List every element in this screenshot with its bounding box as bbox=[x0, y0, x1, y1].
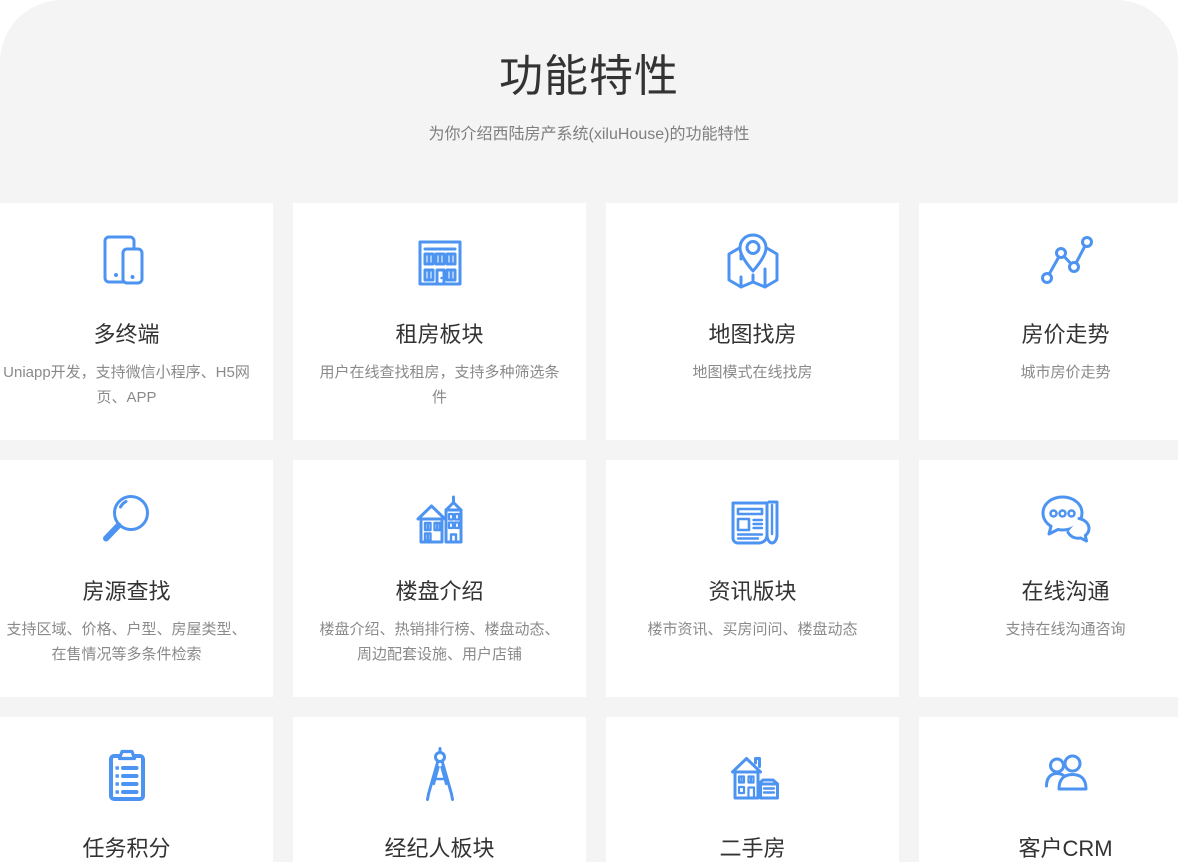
feature-desc: 支持在线沟通咨询 bbox=[919, 617, 1178, 642]
feature-title: 楼盘介绍 bbox=[293, 580, 586, 604]
feature-desc: Uniapp开发，支持微信小程序、H5网页、APP bbox=[0, 360, 273, 410]
feature-title: 任务积分 bbox=[0, 837, 273, 861]
feature-card-price-trend: 房价走势 城市房价走势 bbox=[919, 203, 1178, 440]
trend-chart-icon bbox=[919, 231, 1178, 295]
feature-card-listing-search: 房源查找 支持区域、价格、户型、房屋类型、在售情况等多条件检索 bbox=[0, 460, 273, 697]
search-icon bbox=[0, 488, 273, 552]
feature-title: 在线沟通 bbox=[919, 580, 1178, 604]
feature-title: 多终端 bbox=[0, 323, 273, 347]
people-icon bbox=[919, 745, 1178, 809]
feature-desc: 城市房价走势 bbox=[919, 360, 1178, 385]
feature-card-task-points: 任务积分 bbox=[0, 717, 273, 862]
feature-card-multi-terminal: 多终端 Uniapp开发，支持微信小程序、H5网页、APP bbox=[0, 203, 273, 440]
section-header: 功能特性 为你介绍西陆房产系统(xiluHouse)的功能特性 bbox=[0, 0, 1178, 203]
feature-title: 客户CRM bbox=[919, 837, 1178, 861]
feature-desc: 用户在线查找租房，支持多种筛选条件 bbox=[293, 360, 586, 410]
feature-title: 地图找房 bbox=[606, 323, 899, 347]
map-pin-icon bbox=[606, 231, 899, 295]
feature-title: 经纪人板块 bbox=[293, 837, 586, 861]
feature-card-secondhand-house: 二手房 bbox=[606, 717, 899, 862]
feature-desc: 楼市资讯、买房问问、楼盘动态 bbox=[606, 617, 899, 642]
features-section: 功能特性 为你介绍西陆房产系统(xiluHouse)的功能特性 多终端 Unia… bbox=[0, 0, 1178, 862]
compass-icon bbox=[293, 745, 586, 809]
feature-title: 资讯版块 bbox=[606, 580, 899, 604]
feature-desc: 地图模式在线找房 bbox=[606, 360, 899, 385]
feature-card-agent: 经纪人板块 bbox=[293, 717, 586, 862]
clipboard-icon bbox=[0, 745, 273, 809]
chat-bubbles-icon bbox=[919, 488, 1178, 552]
feature-title: 房源查找 bbox=[0, 580, 273, 604]
storefront-icon bbox=[293, 231, 586, 295]
section-title: 功能特性 bbox=[499, 54, 679, 100]
feature-desc: 楼盘介绍、热销排行榜、楼盘动态、周边配套设施、用户店铺 bbox=[293, 617, 586, 667]
house-icon bbox=[606, 745, 899, 809]
feature-title: 房价走势 bbox=[919, 323, 1178, 347]
feature-card-map-search: 地图找房 地图模式在线找房 bbox=[606, 203, 899, 440]
devices-icon bbox=[0, 231, 273, 295]
feature-title: 二手房 bbox=[606, 837, 899, 861]
feature-desc: 支持区域、价格、户型、房屋类型、在售情况等多条件检索 bbox=[0, 617, 273, 667]
feature-title: 租房板块 bbox=[293, 323, 586, 347]
feature-card-rental: 租房板块 用户在线查找租房，支持多种筛选条件 bbox=[293, 203, 586, 440]
feature-card-online-chat: 在线沟通 支持在线沟通咨询 bbox=[919, 460, 1178, 697]
feature-card-news: 资讯版块 楼市资讯、买房问问、楼盘动态 bbox=[606, 460, 899, 697]
feature-card-estate-intro: 楼盘介绍 楼盘介绍、热销排行榜、楼盘动态、周边配套设施、用户店铺 bbox=[293, 460, 586, 697]
feature-card-customer-crm: 客户CRM bbox=[919, 717, 1178, 862]
buildings-icon bbox=[293, 488, 586, 552]
newspaper-icon bbox=[606, 488, 899, 552]
section-subtitle: 为你介绍西陆房产系统(xiluHouse)的功能特性 bbox=[429, 124, 750, 146]
features-grid: 多终端 Uniapp开发，支持微信小程序、H5网页、APP 租房板块 bbox=[0, 203, 1178, 862]
